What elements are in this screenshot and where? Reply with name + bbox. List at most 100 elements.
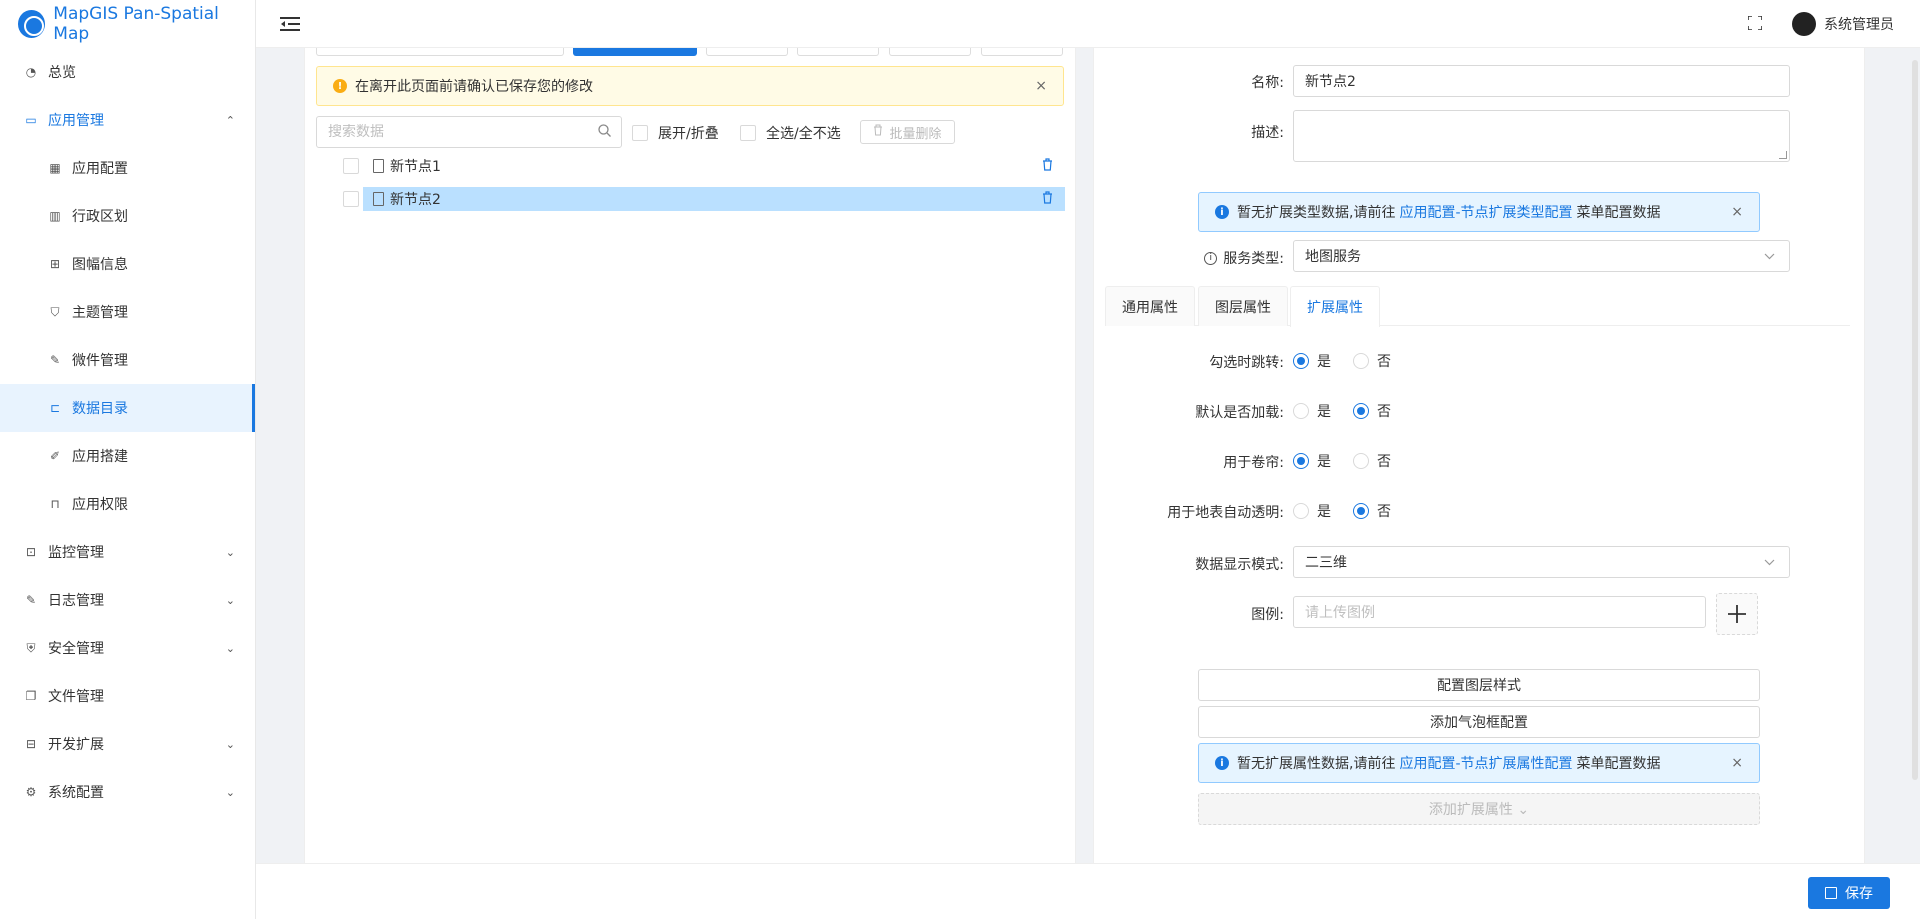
sidebar-item-12[interactable]: ⛨ 安全管理 ⌄: [0, 624, 255, 672]
radio-yes[interactable]: [1293, 503, 1309, 519]
delete-icon[interactable]: [1042, 157, 1053, 175]
node-checkbox[interactable]: [343, 191, 359, 207]
radio-no[interactable]: [1353, 503, 1369, 519]
tree-row: 新节点1: [343, 154, 1065, 178]
radio-yes-label: 是: [1317, 504, 1331, 520]
sidebar-item-14[interactable]: ⊟ 开发扩展 ⌄: [0, 720, 255, 768]
sidebar-item-label: 文件管理: [48, 689, 104, 705]
radio-yes[interactable]: [1293, 353, 1309, 369]
toolbar-button[interactable]: [889, 48, 971, 56]
ext-attr-config-link[interactable]: 应用配置-节点扩展属性配置: [1399, 753, 1572, 773]
sidebar-item-2[interactable]: ▦ 应用配置: [0, 144, 255, 192]
radio-no[interactable]: [1353, 403, 1369, 419]
sidebar-item-15[interactable]: ⚙ 系统配置 ⌄: [0, 768, 255, 816]
menu-fold-icon[interactable]: [278, 12, 302, 36]
tab-extension[interactable]: 扩展属性: [1290, 286, 1380, 327]
config-layer-style-button[interactable]: 配置图层样式: [1198, 669, 1760, 701]
toolbar-button[interactable]: [981, 48, 1063, 56]
resize-handle-icon[interactable]: [1779, 151, 1787, 159]
sidebar-item-5[interactable]: ⛉ 主题管理: [0, 288, 255, 336]
upload-legend-button[interactable]: [1716, 593, 1758, 635]
toolbar-primary-button[interactable]: [573, 48, 697, 56]
delete-icon[interactable]: [1042, 190, 1053, 208]
radio-group: 是否: [1293, 401, 1413, 421]
sidebar-item-label: 图幅信息: [72, 257, 128, 273]
chevron-down-icon: ⌄: [225, 737, 235, 751]
toolbar-button[interactable]: [797, 48, 879, 56]
sidebar-item-9[interactable]: ⊓ 应用权限: [0, 480, 255, 528]
tab-general[interactable]: 通用属性: [1105, 286, 1195, 326]
sidebar-item-1[interactable]: ▭ 应用管理 ⌃: [0, 96, 255, 144]
close-icon[interactable]: ×: [1731, 204, 1743, 220]
tree-node[interactable]: 新节点1: [363, 154, 1065, 178]
username[interactable]: 系统管理员: [1824, 14, 1894, 34]
sidebar-menu: ◔ 总览 ▭ 应用管理 ⌃ ▦ 应用配置 ▥ 行政区划 ⊞ 图幅信息 ⛉ 主题管理 ✎ 微件管理 ⊏ 数据目录 ✐…: [0, 48, 255, 816]
checkbox[interactable]: [632, 125, 648, 141]
close-icon[interactable]: ×: [1035, 78, 1047, 94]
search-icon[interactable]: [598, 123, 611, 141]
search-input[interactable]: [328, 124, 588, 140]
warning-text: 在离开此页面前请确认已保存您的修改: [355, 79, 593, 95]
tree-node-label: 新节点2: [390, 192, 441, 208]
select-all-checkbox[interactable]: 全选/全不选: [740, 123, 841, 143]
brand[interactable]: MapGIS Pan-Spatial Map: [0, 0, 255, 48]
radio-no[interactable]: [1353, 453, 1369, 469]
name-input[interactable]: 新节点2: [1293, 65, 1790, 97]
expand-collapse-label: 展开/折叠: [658, 126, 719, 142]
add-bubble-config-button[interactable]: 添加气泡框配置: [1198, 706, 1760, 738]
legend-input[interactable]: 请上传图例: [1293, 596, 1706, 628]
node-checkbox[interactable]: [343, 158, 359, 174]
toolbar-button[interactable]: [706, 48, 788, 56]
sidebar-item-8[interactable]: ✐ 应用搭建: [0, 432, 255, 480]
globe-logo-icon: [18, 10, 46, 38]
name-label: 名称:: [1251, 75, 1284, 91]
file-icon: [373, 159, 384, 173]
sidebar-item-label: 主题管理: [72, 305, 128, 321]
tree-node[interactable]: 新节点2: [363, 187, 1065, 211]
radio-group: 是否: [1293, 351, 1413, 371]
shirt-icon: ⛉: [50, 304, 60, 319]
sidebar-item-4[interactable]: ⊞ 图幅信息: [0, 240, 255, 288]
radio-no[interactable]: [1353, 353, 1369, 369]
sidebar-item-11[interactable]: ✎ 日志管理 ⌄: [0, 576, 255, 624]
ext-type-config-link[interactable]: 应用配置-节点扩展类型配置: [1399, 202, 1572, 222]
chevron-down-icon: [1764, 250, 1775, 263]
radio-no-label: 否: [1377, 404, 1391, 420]
legend-label: 图例:: [1251, 607, 1284, 623]
sidebar: MapGIS Pan-Spatial Map ◔ 总览 ▭ 应用管理 ⌃ ▦ 应用配置 ▥ 行政…: [0, 0, 256, 919]
save-button[interactable]: 保存: [1808, 877, 1890, 909]
service-type-select[interactable]: 地图服务: [1293, 240, 1790, 272]
radio-yes[interactable]: [1293, 453, 1309, 469]
sidebar-item-13[interactable]: ❐ 文件管理: [0, 672, 255, 720]
radio-field-label: 默认是否加载:: [1195, 405, 1284, 421]
display-mode-select[interactable]: 二三维: [1293, 546, 1790, 578]
avatar[interactable]: [1792, 12, 1816, 36]
app-title: MapGIS Pan-Spatial Map: [53, 4, 219, 44]
expand-collapse-checkbox[interactable]: 展开/折叠: [632, 123, 719, 143]
description-textarea[interactable]: [1293, 110, 1790, 162]
sidebar-item-7[interactable]: ⊏ 数据目录: [0, 384, 255, 432]
shield-icon: ⛨: [26, 640, 36, 655]
service-type-label: i 服务类型:: [1150, 248, 1284, 268]
sidebar-item-6[interactable]: ✎ 微件管理: [0, 336, 255, 384]
sidebar-item-3[interactable]: ▥ 行政区划: [0, 192, 255, 240]
header-right: 系统管理员: [1747, 0, 1894, 48]
add-extension-attr-button[interactable]: 添加扩展属性 ⌄: [1198, 793, 1760, 825]
chevron-up-icon: ⌃: [225, 113, 235, 127]
footer-bar: 保存: [256, 863, 1920, 919]
checkbox[interactable]: [740, 125, 756, 141]
batch-delete-button[interactable]: 批量删除: [860, 120, 955, 144]
sidebar-item-10[interactable]: ⊡ 监控管理 ⌄: [0, 528, 255, 576]
toolbar-button[interactable]: [316, 48, 564, 56]
sidebar-item-0[interactable]: ◔ 总览: [0, 48, 255, 96]
plus-icon: [1728, 605, 1746, 623]
close-icon[interactable]: ×: [1731, 755, 1743, 771]
radio-field-label: 用于卷帘:: [1223, 455, 1284, 471]
info-text: 暂无扩展属性数据,请前往: [1237, 756, 1396, 772]
radio-yes[interactable]: [1293, 403, 1309, 419]
tab-layer[interactable]: 图层属性: [1198, 286, 1288, 326]
fullscreen-icon[interactable]: [1747, 14, 1763, 34]
scrollbar[interactable]: [1912, 60, 1918, 780]
grid-icon: ⊞: [49, 257, 61, 271]
info-suffix: 菜单配置数据: [1576, 205, 1661, 221]
